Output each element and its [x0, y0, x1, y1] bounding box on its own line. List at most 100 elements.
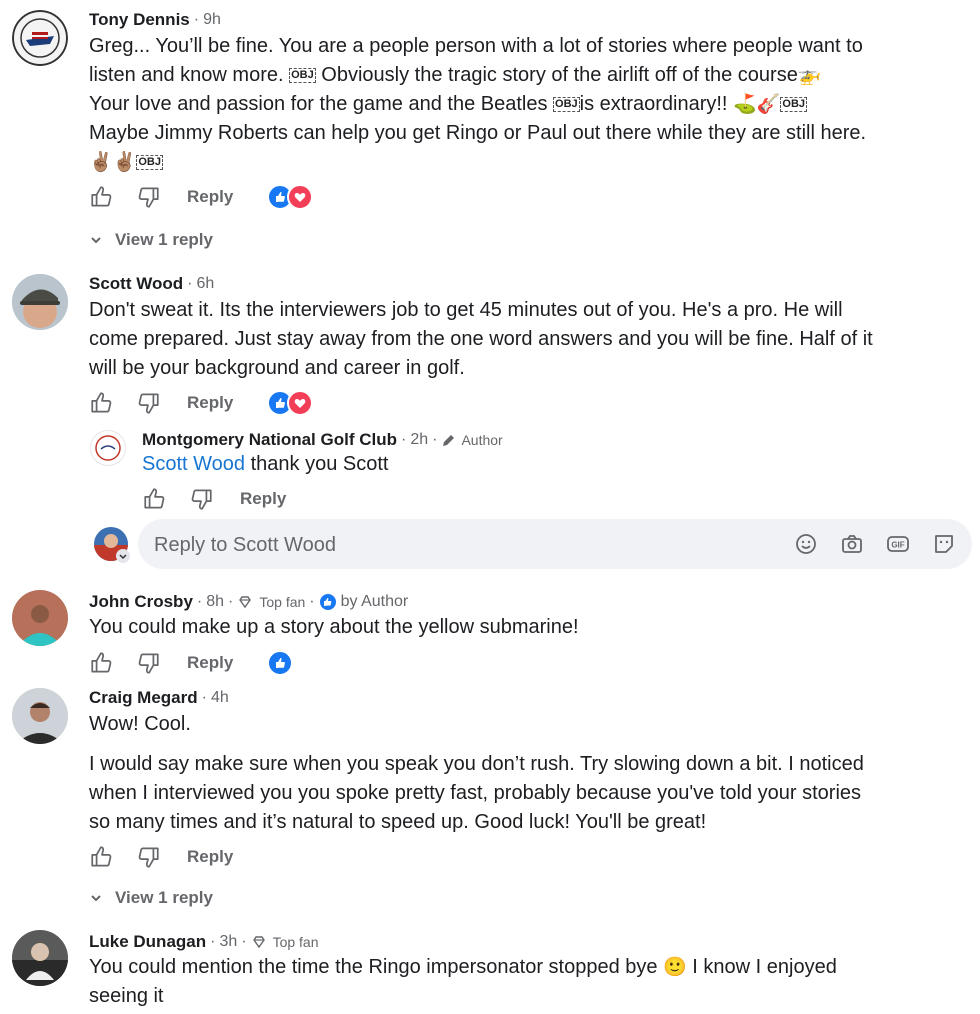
comment-text: Wow! Cool. I would say make sure when yo…	[89, 710, 969, 837]
comment-line: You could make up a story about the yell…	[89, 616, 579, 638]
thumbs-up-icon[interactable]	[89, 650, 115, 676]
avatar[interactable]	[12, 930, 68, 986]
avatar[interactable]	[12, 688, 68, 744]
avatar[interactable]	[12, 10, 68, 66]
chevron-down-icon[interactable]	[116, 549, 130, 563]
separator: ·	[196, 593, 203, 610]
separator: ·	[210, 933, 216, 950]
emoji-icon[interactable]	[794, 532, 818, 556]
gif-icon[interactable]: GIF	[886, 532, 910, 556]
comment-line: is extraordinary!!	[579, 93, 734, 115]
reply-button[interactable]: Reply	[187, 653, 233, 673]
comment-text: Don't sweat it. Its the interviewers job…	[89, 296, 969, 383]
love-reaction-icon	[287, 390, 314, 416]
comment-actions: Reply	[89, 184, 314, 210]
comment-line: Don't sweat it. Its the interviewers job…	[89, 299, 843, 321]
separator: ·	[193, 11, 200, 28]
separator: ·	[201, 689, 207, 706]
object-placeholder: OBJ	[780, 97, 808, 112]
author-name[interactable]: Luke Dunagan	[89, 932, 206, 952]
chevron-down-icon	[91, 895, 101, 902]
timestamp[interactable]: 4h	[211, 689, 229, 707]
like-reaction-icon	[267, 650, 294, 676]
reply-button[interactable]: Reply	[187, 393, 233, 413]
comment-actions: Reply	[89, 390, 314, 416]
diamond-icon	[252, 936, 265, 949]
sticker-icon[interactable]	[932, 532, 956, 556]
comment-line: listen and know more.	[89, 64, 290, 86]
comment-text: Scott Wood thank you Scott	[142, 450, 980, 479]
thumbs-down-icon[interactable]	[135, 844, 161, 870]
comment-line: so many times and it’s natural to speed …	[89, 811, 707, 833]
thumbs-down-icon[interactable]	[135, 390, 161, 416]
comment-actions: Reply	[142, 486, 286, 512]
comment-line: Your love and passion for the game and t…	[89, 93, 554, 115]
comment-line: I would say make sure when you speak you…	[89, 753, 864, 775]
reaction-attribution: by Author	[340, 593, 409, 610]
author-name[interactable]: John Crosby	[89, 592, 193, 612]
reactions[interactable]	[267, 390, 314, 416]
timestamp[interactable]: 2h	[410, 431, 428, 449]
comment-line: seeing it	[89, 985, 164, 1007]
comment-line: I know I enjoyed	[686, 956, 837, 978]
like-reaction-icon	[319, 594, 336, 610]
helicopter-emoji: 🚁	[797, 65, 822, 86]
comment-text: You could mention the time the Ringo imp…	[89, 953, 969, 1011]
view-replies-button[interactable]: View 1 reply	[89, 230, 213, 250]
reactions[interactable]	[267, 650, 294, 676]
timestamp[interactable]: 6h	[196, 275, 214, 293]
separator: ·	[187, 275, 193, 292]
comment-line: You could mention the time the Ringo imp…	[89, 956, 664, 978]
author-name[interactable]: Scott Wood	[89, 274, 183, 294]
thumbs-down-icon[interactable]	[188, 486, 214, 512]
thumbs-up-icon[interactable]	[142, 486, 168, 512]
reactions[interactable]	[267, 184, 314, 210]
pen-icon	[443, 435, 455, 446]
comment-line: Greg... You’ll be fine. You are a people…	[89, 35, 863, 57]
thumbs-up-icon[interactable]	[89, 184, 115, 210]
author-name[interactable]: Craig Megard	[89, 688, 198, 708]
view-replies-label: View 1 reply	[115, 230, 213, 249]
reply-button[interactable]: Reply	[187, 187, 233, 207]
author-name[interactable]: Tony Dennis	[89, 10, 190, 30]
timestamp[interactable]: 9h	[203, 11, 221, 29]
comment-line: Wow! Cool.	[89, 713, 191, 735]
separator: ·	[228, 593, 234, 610]
comment-actions: Reply	[89, 650, 294, 676]
smile-emoji: 🙂	[663, 957, 687, 978]
reply-button[interactable]: Reply	[240, 489, 286, 509]
mention-link[interactable]: Scott Wood	[142, 453, 245, 475]
timestamp[interactable]: 3h	[219, 933, 237, 951]
thumbs-down-icon[interactable]	[135, 184, 161, 210]
view-replies-label: View 1 reply	[115, 888, 213, 907]
top-fan-badge: Top fan	[259, 594, 306, 610]
camera-icon[interactable]	[840, 532, 864, 556]
chevron-down-icon	[91, 237, 101, 244]
thumbs-up-icon[interactable]	[89, 390, 115, 416]
thumbs-up-icon[interactable]	[89, 844, 115, 870]
avatar[interactable]	[12, 590, 68, 646]
view-replies-button[interactable]: View 1 reply	[89, 888, 213, 908]
author-badge: Author	[461, 432, 503, 448]
peace-emoji: ✌🏽	[89, 152, 113, 173]
diamond-icon	[239, 596, 252, 609]
comment-line: when I interviewed you you spoke pretty …	[89, 782, 862, 804]
comment-text: Greg... You’ll be fine. You are a people…	[89, 32, 969, 177]
object-placeholder: OBJ	[289, 68, 316, 83]
avatar[interactable]	[90, 430, 126, 466]
comment-line: Maybe Jimmy Roberts can help you get Rin…	[89, 122, 867, 144]
separator: ·	[309, 593, 315, 610]
svg-text:GIF: GIF	[891, 541, 904, 550]
separator: ·	[241, 933, 247, 950]
reply-input[interactable]	[152, 519, 776, 571]
comment-line: come prepared. Just stay away from the o…	[89, 328, 873, 350]
avatar[interactable]	[12, 274, 68, 330]
thumbs-down-icon[interactable]	[135, 650, 161, 676]
author-name[interactable]: Montgomery National Golf Club	[142, 430, 397, 450]
object-placeholder: OBJ	[553, 97, 580, 112]
timestamp[interactable]: 8h	[206, 593, 224, 611]
object-placeholder: OBJ	[136, 155, 163, 170]
reply-button[interactable]: Reply	[187, 847, 233, 867]
comment-line: thank you Scott	[245, 453, 389, 475]
separator: ·	[432, 431, 438, 448]
